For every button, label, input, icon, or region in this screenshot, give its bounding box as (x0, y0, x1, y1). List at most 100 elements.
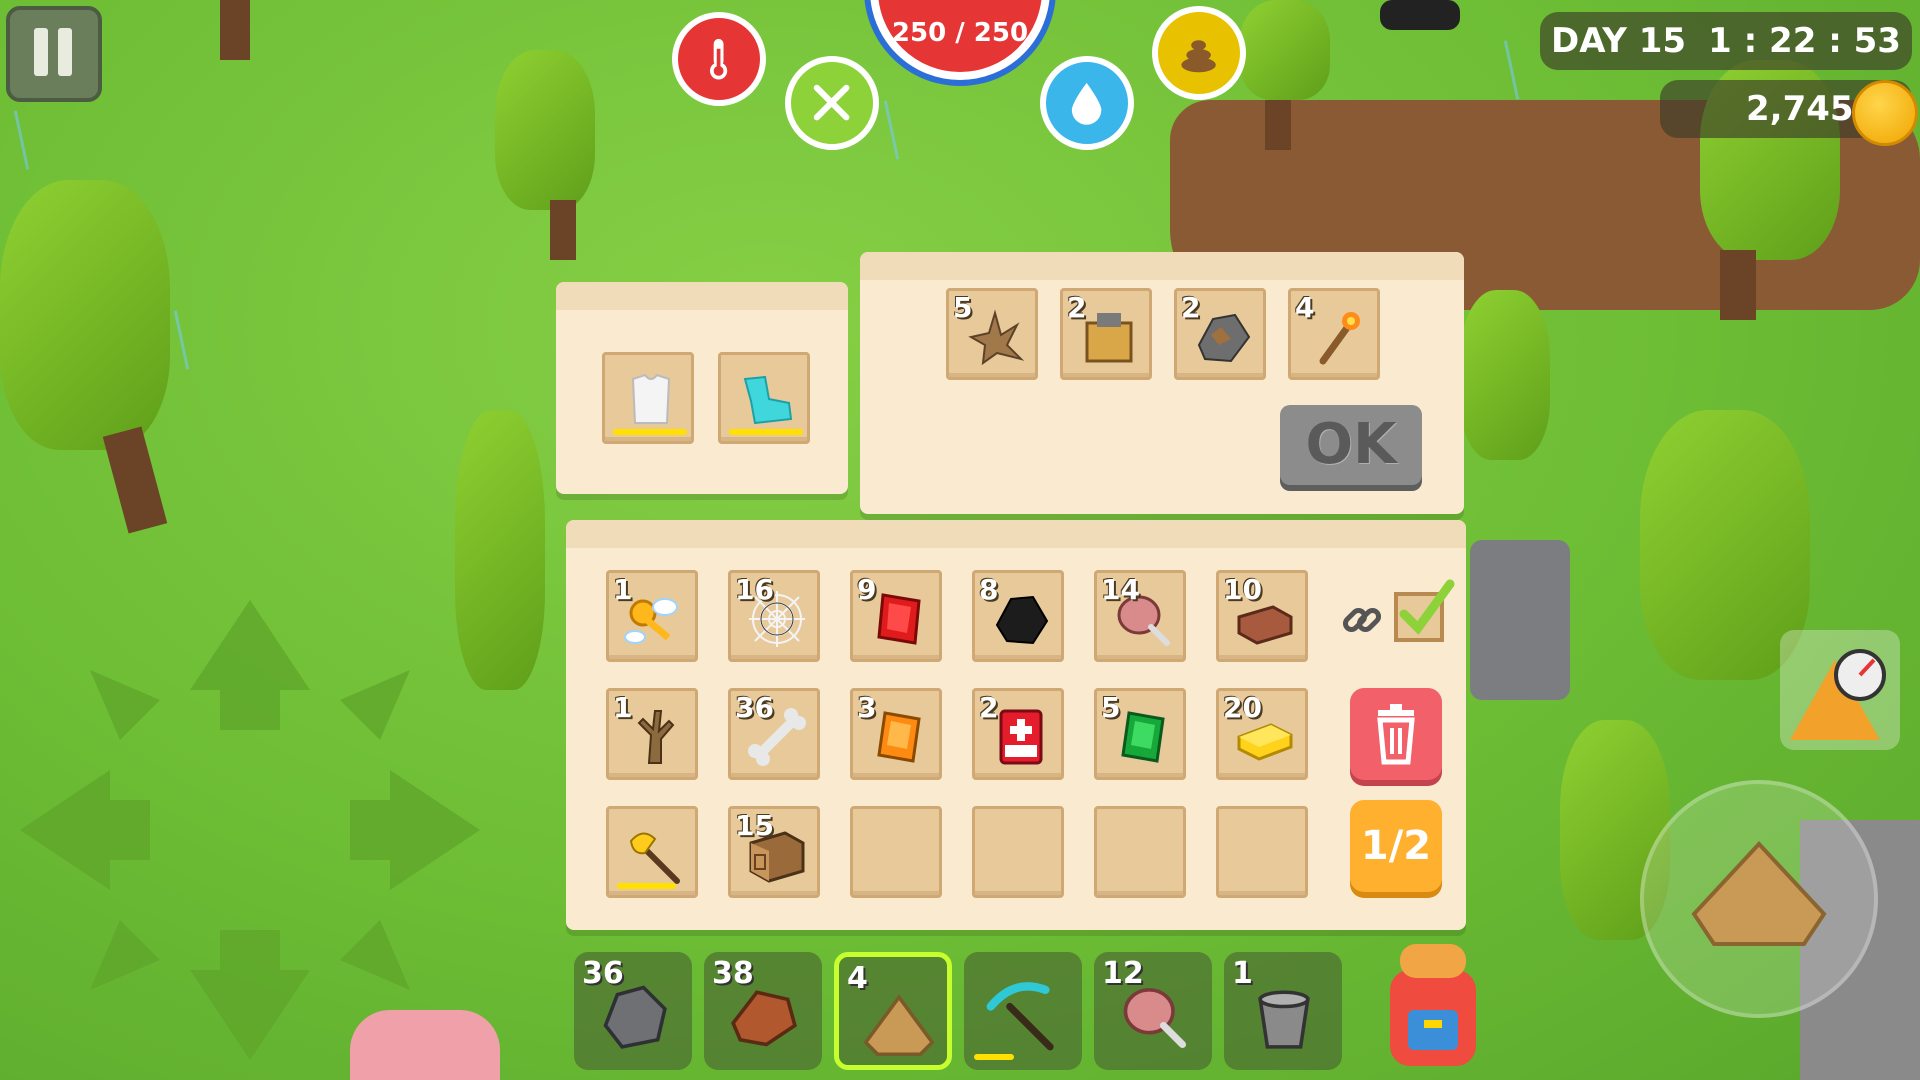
arrow-up-right-icon[interactable] (340, 670, 410, 740)
arrow-right-icon[interactable] (350, 770, 480, 890)
dark-object (1380, 0, 1460, 30)
action-button[interactable] (1640, 780, 1878, 1018)
inventory-slot-empty[interactable] (972, 806, 1064, 898)
pickaxe-icon (986, 978, 1062, 1054)
axe-icon (623, 823, 687, 887)
inventory-slot[interactable]: 15 (728, 806, 820, 898)
tree (1240, 0, 1330, 100)
clock-label: 1 : 22 : 53 (1708, 21, 1901, 61)
hotbar-slot[interactable]: 12 (1094, 952, 1212, 1070)
temperature-icon (672, 12, 766, 106)
item-count: 14 (1101, 573, 1140, 606)
day-label: DAY 15 (1551, 21, 1687, 61)
ok-button[interactable]: OK (1280, 405, 1422, 485)
arrow-down-right-icon[interactable] (340, 920, 410, 990)
arrow-up-icon[interactable] (190, 600, 310, 730)
tree (495, 50, 595, 210)
inventory-slot-empty[interactable] (1094, 806, 1186, 898)
inventory-slot[interactable]: 3 (850, 688, 942, 780)
arrow-up-left-icon[interactable] (90, 670, 160, 740)
roots-icon (963, 305, 1027, 369)
coal-icon (989, 587, 1053, 651)
inventory-slot[interactable]: 1 (606, 688, 698, 780)
inventory-slot[interactable] (606, 806, 698, 898)
durability-bar (974, 1054, 1014, 1060)
inventory-slot-empty[interactable] (850, 806, 942, 898)
select-all-checkbox[interactable] (1392, 578, 1456, 648)
arrow-left-icon[interactable] (20, 770, 150, 890)
equipment-slot-boots[interactable] (718, 352, 810, 444)
crafting-ingredient-slot[interactable]: 2 (1060, 288, 1152, 380)
medkit-icon (989, 705, 1053, 769)
hotbar-slot[interactable]: 36 (574, 952, 692, 1070)
item-count: 9 (857, 573, 877, 606)
camp-compass-button[interactable] (1780, 630, 1900, 750)
link-icon[interactable] (1338, 596, 1386, 644)
hotbar-slot[interactable] (964, 952, 1082, 1070)
tree (1460, 290, 1550, 460)
item-count: 10 (1223, 573, 1262, 606)
inventory-slot[interactable]: 9 (850, 570, 942, 662)
inventory-slot[interactable]: 2 (972, 688, 1064, 780)
inventory-slot[interactable]: 8 (972, 570, 1064, 662)
item-count: 3 (857, 691, 877, 724)
item-count: 1 (613, 691, 633, 724)
inventory-slot[interactable]: 5 (1094, 688, 1186, 780)
panel-header (860, 252, 1464, 280)
inventory-slot[interactable]: 20 (1216, 688, 1308, 780)
item-count: 4 (847, 961, 868, 996)
coin-counter: 2,745 (1660, 80, 1918, 146)
item-count: 36 (735, 691, 774, 724)
dead-tree-icon (623, 705, 687, 769)
sand-pile-icon (861, 983, 937, 1059)
crafting-ingredient-slot[interactable]: 2 (1174, 288, 1266, 380)
durability-bar (729, 429, 803, 435)
coin-amount: 2,745 (1746, 89, 1854, 129)
backpack-button[interactable] (1378, 940, 1488, 1070)
item-count: 15 (735, 809, 774, 842)
hotbar-slot[interactable]: 4 (834, 952, 952, 1070)
trash-icon (1377, 704, 1415, 765)
torch-icon (1305, 305, 1369, 369)
hotbar-slot[interactable]: 1 (1224, 952, 1342, 1070)
inventory-slot[interactable]: 16 (728, 570, 820, 662)
arrow-down-left-icon[interactable] (90, 920, 160, 990)
item-count: 2 (979, 691, 999, 724)
item-count: 5 (1101, 691, 1121, 724)
trash-button[interactable] (1350, 688, 1442, 780)
crafting-ingredient-slot[interactable]: 5 (946, 288, 1038, 380)
toilet-icon (1152, 6, 1246, 100)
item-count: 1 (613, 573, 633, 606)
durability-bar (617, 883, 676, 889)
item-count: 5 (953, 291, 973, 324)
pause-button[interactable] (6, 6, 102, 102)
boots-icon (735, 369, 799, 433)
arrow-down-icon[interactable] (190, 930, 310, 1060)
thirst-icon (1040, 56, 1134, 150)
day-clock: DAY 15 1 : 22 : 53 (1540, 12, 1912, 70)
hunger-icon (785, 56, 879, 150)
tree-trunk (1720, 250, 1756, 320)
crafting-ingredient-slot[interactable]: 4 (1288, 288, 1380, 380)
item-count: 1 (1232, 956, 1253, 991)
compass-icon (1790, 649, 1886, 740)
panel-header (566, 520, 1466, 548)
item-count: 2 (1181, 291, 1201, 324)
movement-dpad[interactable] (20, 600, 480, 1060)
inventory-slot[interactable]: 14 (1094, 570, 1186, 662)
inventory-slot[interactable]: 36 (728, 688, 820, 780)
emerald-icon (1111, 705, 1175, 769)
item-count: 12 (1102, 956, 1144, 991)
inventory-slot[interactable]: 10 (1216, 570, 1308, 662)
item-count: 4 (1295, 291, 1315, 324)
page-button[interactable]: 1/2 (1350, 800, 1442, 892)
inventory-slot[interactable]: 1 (606, 570, 698, 662)
equipment-slot-shirt[interactable] (602, 352, 694, 444)
sand-pile-icon (1691, 841, 1827, 946)
hotbar-slot[interactable]: 38 (704, 952, 822, 1070)
inventory-slot-empty[interactable] (1216, 806, 1308, 898)
tree-trunk (550, 200, 576, 260)
tree-trunk (220, 0, 250, 60)
item-count: 38 (712, 956, 754, 991)
winged-key-icon (623, 587, 687, 651)
